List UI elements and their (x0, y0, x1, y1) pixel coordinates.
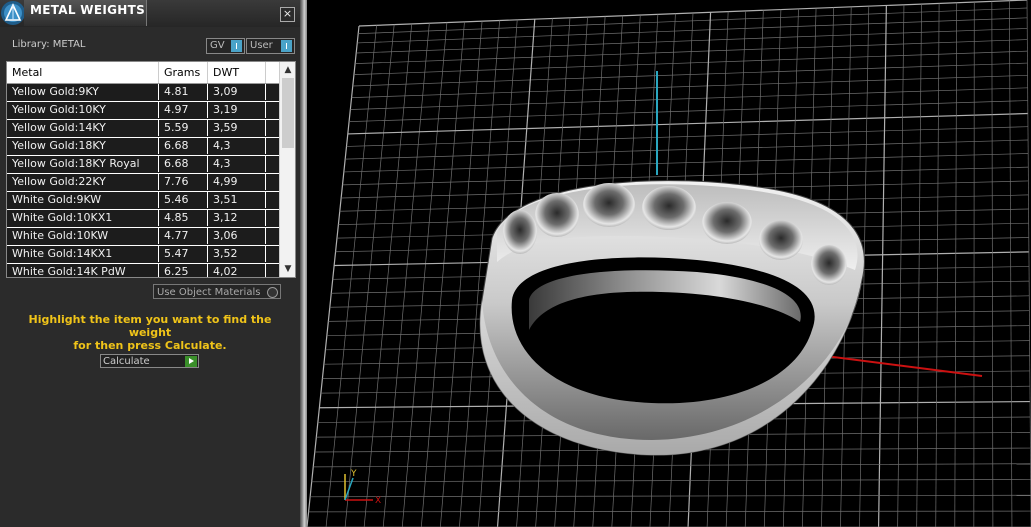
metal-cell: Yellow Gold:14KY (7, 120, 159, 136)
user-toggle[interactable]: User (246, 38, 295, 54)
metal-cell: Yellow Gold:10KY (7, 102, 159, 118)
metal-cell: White Gold:10KX1 (7, 210, 159, 226)
table-scrollbar[interactable]: ▲ ▼ (279, 62, 295, 277)
metal-cell: White Gold:9KW (7, 192, 159, 208)
table-row[interactable]: Yellow Gold:18KY 6.68 4,3 (7, 138, 279, 156)
dwt-cell: 3,51 (208, 192, 266, 208)
instruction-text: Highlight the item you want to find the … (10, 313, 290, 352)
table-row[interactable]: Yellow Gold:18KY Royal 6.68 4,3 (7, 156, 279, 174)
metal-cell: Yellow Gold:18KY (7, 138, 159, 154)
dwt-cell: 3,19 (208, 102, 266, 118)
radio-icon (267, 287, 278, 298)
title-bar: METAL WEIGHTS × (0, 0, 300, 27)
3d-viewport[interactable]: Y X (307, 0, 1031, 527)
dwt-cell: 4,3 (208, 156, 266, 172)
dwt-cell: 4,3 (208, 138, 266, 154)
chevron-up-icon[interactable]: ▲ (280, 63, 295, 77)
instruction-line-1: Highlight the item you want to find the … (28, 313, 272, 339)
dwt-cell: 3,12 (208, 210, 266, 226)
viewport-canvas[interactable]: Y X (307, 0, 1031, 527)
table-row[interactable]: Yellow Gold:14KY 5.59 3,59 (7, 120, 279, 138)
grams-cell: 7.76 (159, 174, 208, 190)
axis-triad-icon: Y X (344, 469, 381, 506)
axis-x-label: X (375, 496, 381, 506)
metal-cell: Yellow Gold:9KY (7, 84, 159, 100)
dwt-cell: 3,59 (208, 120, 266, 136)
metal-cell: Yellow Gold:22KY (7, 174, 159, 190)
title-tab: METAL WEIGHTS (24, 0, 147, 26)
calculate-label: Calculate (103, 356, 150, 367)
use-object-materials-option[interactable]: Use Object Materials (153, 284, 281, 299)
toggle-switch-icon (231, 40, 242, 52)
metal-cell: White Gold:14K PdW (7, 264, 159, 277)
toggle-switch-icon (281, 40, 292, 52)
table-row[interactable]: Yellow Gold:22KY 7.76 4,99 (7, 174, 279, 192)
close-button[interactable]: × (280, 7, 295, 22)
grams-cell: 4.81 (159, 84, 208, 100)
app-logo-icon[interactable] (0, 0, 26, 26)
play-arrow-icon (185, 356, 197, 367)
dwt-cell: 3,06 (208, 228, 266, 244)
table-row[interactable]: White Gold:10KW 4.77 3,06 (7, 228, 279, 246)
table-row[interactable]: White Gold:14K PdW 6.25 4,02 (7, 264, 279, 277)
metal-table: Metal Grams DWT Yellow Gold:9KY 4.81 3,09 Y… (6, 61, 296, 278)
metal-weights-panel: METAL WEIGHTS × Library: METAL GV User M… (0, 0, 300, 527)
grams-cell: 5.47 (159, 246, 208, 262)
dwt-cell: 4,02 (208, 264, 266, 277)
table-row[interactable]: White Gold:14KX1 5.47 3,52 (7, 246, 279, 264)
grams-cell: 6.68 (159, 138, 208, 154)
dwt-cell: 3,09 (208, 84, 266, 100)
axis-y-label: Y (350, 469, 357, 479)
instruction-line-2: for then press Calculate. (73, 339, 227, 352)
grams-cell: 5.59 (159, 120, 208, 136)
metal-cell: White Gold:14KX1 (7, 246, 159, 262)
metal-cell: Yellow Gold:18KY Royal (7, 156, 159, 172)
column-header-grams[interactable]: Grams (159, 62, 208, 83)
grams-cell: 4.77 (159, 228, 208, 244)
gv-toggle[interactable]: GV (206, 38, 245, 54)
chevron-down-icon[interactable]: ▼ (280, 262, 295, 276)
panel-title: METAL WEIGHTS (30, 3, 146, 17)
table-body: Yellow Gold:9KY 4.81 3,09 Yellow Gold:10KY 4… (7, 84, 279, 277)
column-header-metal[interactable]: Metal (7, 62, 159, 83)
panel-splitter[interactable] (300, 0, 307, 527)
table-row[interactable]: White Gold:9KW 5.46 3,51 (7, 192, 279, 210)
table-row[interactable]: White Gold:10KX1 4.85 3,12 (7, 210, 279, 228)
metal-cell: White Gold:10KW (7, 228, 159, 244)
grams-cell: 6.68 (159, 156, 208, 172)
user-toggle-label: User (250, 40, 273, 51)
grams-cell: 4.85 (159, 210, 208, 226)
library-label: Library: METAL (12, 39, 86, 50)
close-icon: × (282, 7, 293, 20)
grams-cell: 6.25 (159, 264, 208, 277)
scroll-thumb[interactable] (282, 78, 294, 148)
table-row[interactable]: Yellow Gold:10KY 4.97 3,19 (7, 102, 279, 120)
calculate-button[interactable]: Calculate (100, 354, 199, 368)
gv-toggle-label: GV (210, 40, 225, 51)
dwt-cell: 3,52 (208, 246, 266, 262)
column-header-dwt[interactable]: DWT (208, 62, 266, 83)
use-object-materials-label: Use Object Materials (157, 287, 261, 298)
table-header: Metal Grams DWT (7, 62, 279, 84)
ring-model[interactable] (479, 180, 865, 456)
grams-cell: 4.97 (159, 102, 208, 118)
dwt-cell: 4,99 (208, 174, 266, 190)
grams-cell: 5.46 (159, 192, 208, 208)
table-row[interactable]: Yellow Gold:9KY 4.81 3,09 (7, 84, 279, 102)
